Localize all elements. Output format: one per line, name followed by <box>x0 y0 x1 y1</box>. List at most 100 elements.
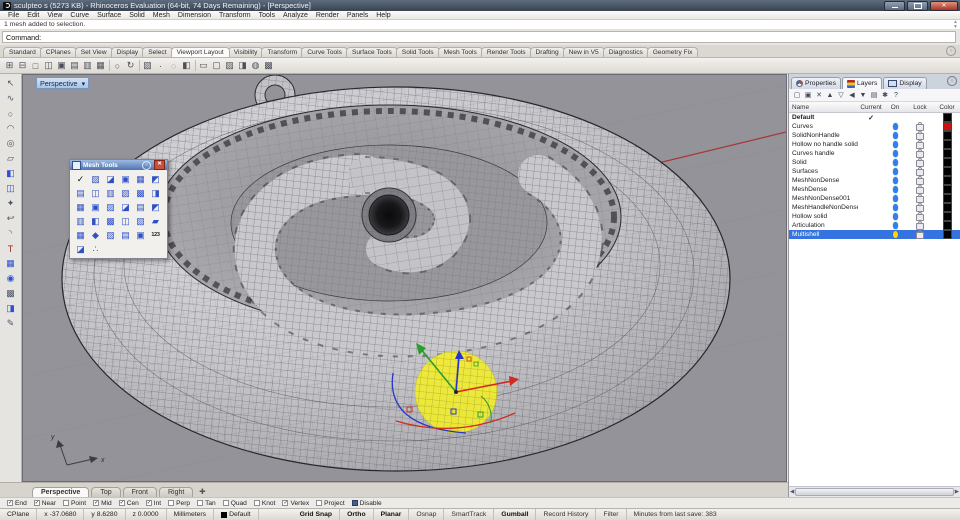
layer-lock-icon[interactable] <box>916 176 924 185</box>
layer-lock-icon[interactable] <box>916 131 924 140</box>
layer-name[interactable]: MeshNonDense <box>789 177 858 184</box>
current-layer-check-icon[interactable] <box>858 123 884 131</box>
status-toggle[interactable]: SmartTrack <box>444 509 495 520</box>
mesh-tool-icon[interactable]: ▤ <box>133 200 148 214</box>
layer-lock-icon[interactable] <box>916 203 924 212</box>
layer-row[interactable]: Multishell <box>789 230 960 239</box>
mesh-tool-icon[interactable]: ▣ <box>133 228 148 242</box>
current-layer-check-icon[interactable] <box>858 204 884 212</box>
menu-item[interactable]: Help <box>372 12 394 19</box>
column-on[interactable]: On <box>884 104 906 111</box>
menu-item[interactable]: Tools <box>255 12 279 19</box>
tab-properties[interactable]: Properties <box>791 77 841 89</box>
menu-item[interactable]: File <box>4 12 23 19</box>
osnap-checkbox[interactable]: Quad <box>222 500 247 507</box>
mesh-tool-icon[interactable]: ▣ <box>118 172 133 186</box>
layer-color-swatch[interactable] <box>942 230 952 239</box>
layer-on-bulb-icon[interactable] <box>892 159 898 166</box>
osnap-checkbox[interactable]: Perp <box>168 500 190 507</box>
box-icon[interactable]: ◧ <box>3 166 19 181</box>
layer-lock-icon[interactable] <box>916 122 924 131</box>
minimize-button[interactable] <box>884 0 905 11</box>
osnap-checkbox[interactable]: Point <box>63 500 86 507</box>
menu-item[interactable]: Curve <box>66 12 93 19</box>
palette-close-icon[interactable]: ✕ <box>154 160 165 170</box>
toolbar-tab[interactable]: Display <box>110 47 145 57</box>
mesh-tool-icon[interactable]: ∴ <box>88 242 103 256</box>
menu-item[interactable]: View <box>43 12 66 19</box>
mesh-tools-palette[interactable]: Mesh Tools ○ ✕ ✓ ▨ ◪ ▣ ▦ ◩ ▤ ◫ ▥ ▧ ▩ ◨ ▦ ▣ ▨ ◪ ▤ ◩ ▥ ◧ ▩ ◫ ▧ ▰ ▦… <box>69 159 168 259</box>
viewport-layout-4-icon[interactable]: ⊞ <box>3 59 16 72</box>
layer-list-icon[interactable]: ▤ <box>869 91 879 99</box>
checkbox-icon[interactable] <box>168 500 175 506</box>
current-layer-check-icon[interactable] <box>858 231 884 239</box>
layer-lock-icon[interactable] <box>916 158 924 167</box>
layer-color-swatch[interactable] <box>942 194 952 203</box>
layer-lock-icon[interactable] <box>916 221 924 230</box>
mesh-tool-icon[interactable]: ◩ <box>148 172 163 186</box>
menu-item[interactable]: Surface <box>93 12 125 19</box>
toolbar-tab[interactable]: Standard <box>3 47 42 57</box>
checkbox-icon[interactable] <box>282 500 289 506</box>
print-icon[interactable]: ▩ <box>262 59 275 72</box>
layer-lock-icon[interactable] <box>916 194 924 203</box>
column-current[interactable]: Current <box>858 104 884 111</box>
viewport-canvas[interactable]: x y <box>23 75 786 481</box>
grid-icon[interactable]: ▩ <box>3 286 19 301</box>
layer-row[interactable]: SolidNonHandle <box>789 131 960 140</box>
point-icon[interactable]: · <box>154 59 167 72</box>
blend-arc-icon[interactable]: ◝ <box>3 226 19 241</box>
layer-name[interactable]: Hollow solid <box>789 213 858 220</box>
mesh-tool-icon[interactable]: ▧ <box>118 186 133 200</box>
mesh-tool-icon[interactable]: ▩ <box>133 186 148 200</box>
osnap-checkbox[interactable]: Tan <box>197 500 216 507</box>
mesh-tool-icon[interactable]: ◫ <box>88 186 103 200</box>
status-toggle[interactable]: Gumball <box>494 509 537 520</box>
viewport-single-icon[interactable]: □ <box>29 59 42 72</box>
current-layer-check-icon[interactable] <box>858 114 884 122</box>
layer-on-bulb-icon[interactable] <box>892 195 898 202</box>
toolbar-tab[interactable]: Select <box>142 47 173 57</box>
current-layer-check-icon[interactable] <box>858 195 884 203</box>
layer-lock-icon[interactable] <box>916 185 924 194</box>
current-layer-check-icon[interactable] <box>858 132 884 140</box>
mesh-tool-icon[interactable]: ▤ <box>118 228 133 242</box>
select-arrow-icon[interactable]: ↖ <box>3 76 19 91</box>
status-field[interactable]: Default <box>214 509 259 520</box>
layer-on-bulb-icon[interactable] <box>892 177 898 184</box>
status-field[interactable]: CPlane <box>0 509 38 520</box>
arc-icon[interactable]: ◠ <box>3 121 19 136</box>
layer-color-swatch[interactable] <box>942 176 952 185</box>
toolbar-tab[interactable]: Surface Tools <box>345 47 398 57</box>
checkbox-icon[interactable] <box>197 500 204 506</box>
toolbar-tab[interactable]: Solid Tools <box>395 47 440 57</box>
current-layer-check-icon[interactable] <box>858 168 884 176</box>
current-layer-check-icon[interactable] <box>858 186 884 194</box>
layer-lock-icon[interactable] <box>916 167 924 176</box>
layer-on-bulb-icon[interactable] <box>892 168 898 175</box>
current-layer-check-icon[interactable] <box>858 177 884 185</box>
layer-name[interactable]: Multishell <box>789 231 858 238</box>
mesh-tool-icon[interactable]: ◪ <box>118 200 133 214</box>
layer-row[interactable]: Hollow no handle solid <box>789 140 960 149</box>
cylinder-icon[interactable]: ◫ <box>3 181 19 196</box>
menu-item[interactable]: Mesh <box>149 12 174 19</box>
layer-name[interactable]: Curves handle <box>789 150 858 157</box>
maximize-button[interactable] <box>907 0 928 11</box>
status-toggle[interactable]: Minutes from last save: 383 <box>627 509 960 520</box>
mesh-tool-icon[interactable]: ◪ <box>103 172 118 186</box>
osnap-checkbox[interactable]: Mid <box>93 500 112 507</box>
osnap-checkbox[interactable]: Disable <box>351 500 382 507</box>
layer-row[interactable]: MeshHandleNonDense <box>789 203 960 212</box>
osnap-checkbox[interactable]: Knot <box>253 500 275 507</box>
move-up-icon[interactable]: ▲ <box>825 92 835 99</box>
column-color[interactable]: Color <box>934 104 960 111</box>
text-icon[interactable]: T <box>3 241 19 256</box>
mesh-tool-icon[interactable]: ▦ <box>133 172 148 186</box>
checkbox-icon[interactable] <box>63 500 70 506</box>
layer-color-swatch[interactable] <box>942 122 952 131</box>
mesh-tool-icon[interactable]: ◧ <box>88 214 103 228</box>
osnap-checkbox[interactable]: Cen <box>118 500 139 507</box>
status-toggle[interactable]: Record History <box>536 509 597 520</box>
layer-name[interactable]: MeshNonDense001 <box>789 195 858 202</box>
